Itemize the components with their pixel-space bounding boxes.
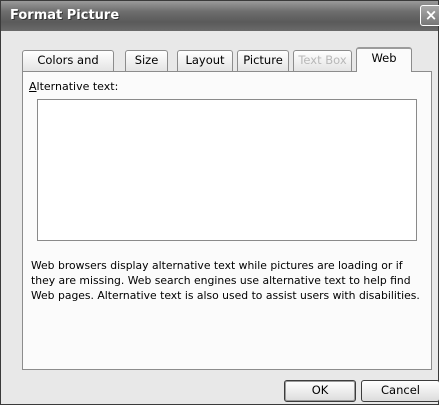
title-bar: Format Picture × bbox=[1, 1, 439, 31]
tab-text-box: Text Box bbox=[293, 50, 352, 71]
web-tab-panel: Alternative text: Web browsers display a… bbox=[22, 71, 432, 370]
ok-button[interactable]: OK bbox=[284, 380, 356, 402]
alternative-text-accelerator: A bbox=[29, 80, 37, 93]
alternative-text-input[interactable] bbox=[37, 99, 417, 241]
alternative-text-label: Alternative text: bbox=[29, 80, 118, 93]
format-picture-dialog: Format Picture × Colors and Lines Size L… bbox=[0, 0, 439, 405]
tab-colors-and-lines[interactable]: Colors and Lines bbox=[22, 50, 114, 86]
alternative-text-help: Web browsers display alternative text wh… bbox=[31, 259, 420, 302]
tab-size[interactable]: Size bbox=[125, 50, 168, 71]
alternative-text-label-rest: lternative text: bbox=[36, 80, 119, 93]
tab-layout[interactable]: Layout bbox=[177, 50, 233, 71]
cancel-button[interactable]: Cancel bbox=[361, 380, 439, 402]
dialog-title: Format Picture bbox=[10, 8, 120, 23]
close-icon[interactable]: × bbox=[420, 5, 439, 26]
tab-web[interactable]: Web bbox=[356, 47, 412, 72]
tab-picture[interactable]: Picture bbox=[237, 50, 289, 71]
